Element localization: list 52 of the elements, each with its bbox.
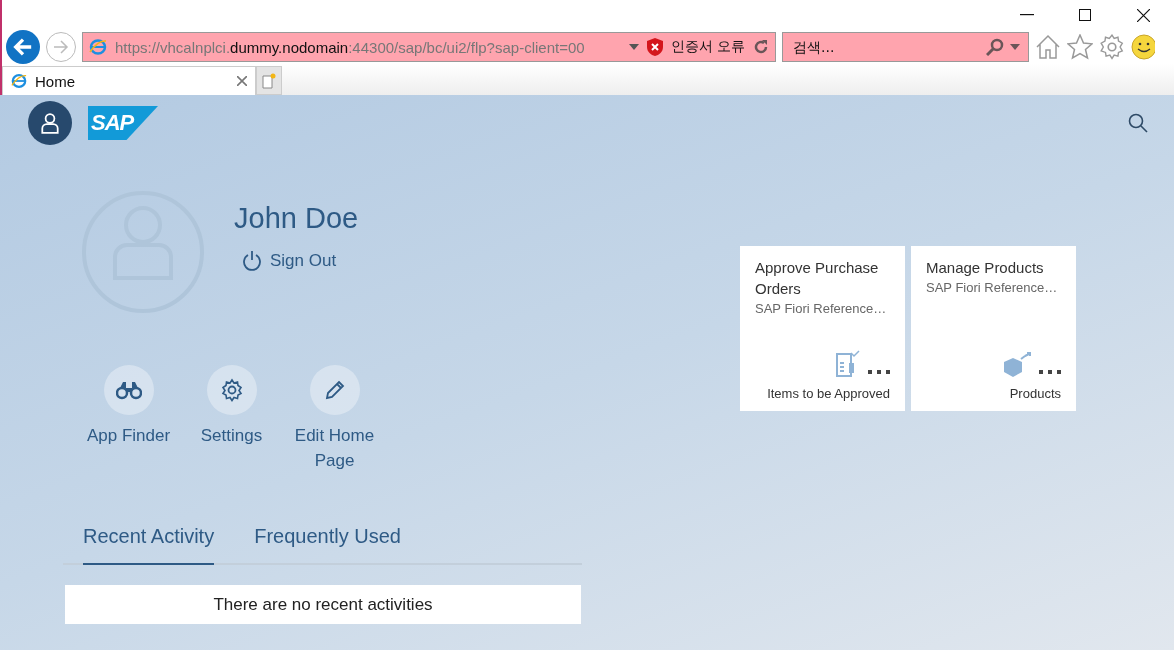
- user-avatar-button[interactable]: [28, 101, 72, 145]
- browser-logo-icon: [11, 73, 27, 89]
- tile-footer: Products: [926, 386, 1061, 401]
- smiley-icon[interactable]: [1131, 34, 1155, 60]
- tile-title: Manage Products: [926, 258, 1045, 278]
- browser-logo-icon: [89, 38, 107, 56]
- invoice-icon: [836, 350, 860, 378]
- url-text: https://vhcalnplci.dummy.nodomain:44300/sap/bc/ui2/flp?sap-client=00: [115, 38, 586, 56]
- settings-icon: [219, 378, 244, 402]
- tile-title: Approve Purchase Orders: [755, 258, 880, 299]
- dropdown-caret-icon[interactable]: [628, 44, 639, 50]
- settings-icon[interactable]: [1099, 34, 1125, 60]
- activity-tab[interactable]: Recent Activity: [83, 525, 215, 565]
- search-bar[interactable]: 검색...: [782, 32, 1029, 62]
- action-button[interactable]: Settings: [180, 365, 283, 473]
- search-input[interactable]: 검색...: [791, 38, 980, 56]
- close-icon[interactable]: [237, 76, 247, 86]
- app-tile[interactable]: Approve Purchase Orders SAP Fiori Reference… Items to be Approved: [740, 246, 905, 411]
- user-name: John Doe: [234, 201, 359, 235]
- tile-footer: Items to be Approved: [755, 386, 890, 401]
- back-button[interactable]: [6, 30, 40, 64]
- arrow-right-icon: [53, 40, 69, 54]
- tile-subtitle: SAP Fiori Reference…: [755, 301, 888, 316]
- app-tile[interactable]: Manage Products SAP Fiori Reference… Products: [911, 246, 1076, 411]
- minimize-icon: [1020, 14, 1034, 16]
- address-bar[interactable]: https://vhcalnplci.dummy.nodomain:44300/sap/bc/ui2/flp?sap-client=00 인증서 오류: [82, 32, 776, 62]
- new-page-icon: [262, 72, 276, 89]
- search-icon[interactable]: [1128, 113, 1148, 133]
- tile-subtitle: SAP Fiori Reference…: [926, 280, 1059, 295]
- certificate-error-text[interactable]: 인증서 오류: [670, 38, 745, 56]
- empty-message: There are no recent activities: [65, 585, 581, 624]
- box-icon: [1003, 352, 1031, 378]
- maximize-icon: [1079, 9, 1091, 21]
- error-shield-icon: [646, 38, 663, 56]
- sap-logo: SAP: [88, 106, 158, 140]
- dropdown-caret-icon[interactable]: [1010, 44, 1020, 50]
- new-tab-button[interactable]: [256, 66, 282, 95]
- search-icon[interactable]: [986, 38, 1004, 56]
- arrow-left-icon: [13, 38, 33, 56]
- close-icon: [1136, 8, 1150, 22]
- star-icon[interactable]: [1067, 34, 1093, 60]
- power-icon: [242, 250, 262, 271]
- pencil-icon: [323, 379, 346, 401]
- refresh-icon[interactable]: [753, 39, 769, 55]
- browser-tab[interactable]: Home: [2, 66, 256, 95]
- home-icon[interactable]: [1035, 34, 1061, 60]
- binoculars-icon: [115, 380, 142, 400]
- person-icon: [39, 112, 61, 134]
- sign-out-button[interactable]: Sign Out: [234, 250, 359, 271]
- action-button[interactable]: Edit Home Page: [283, 365, 386, 473]
- activity-tab[interactable]: Frequently Used: [254, 525, 401, 565]
- action-button[interactable]: App Finder: [77, 365, 180, 473]
